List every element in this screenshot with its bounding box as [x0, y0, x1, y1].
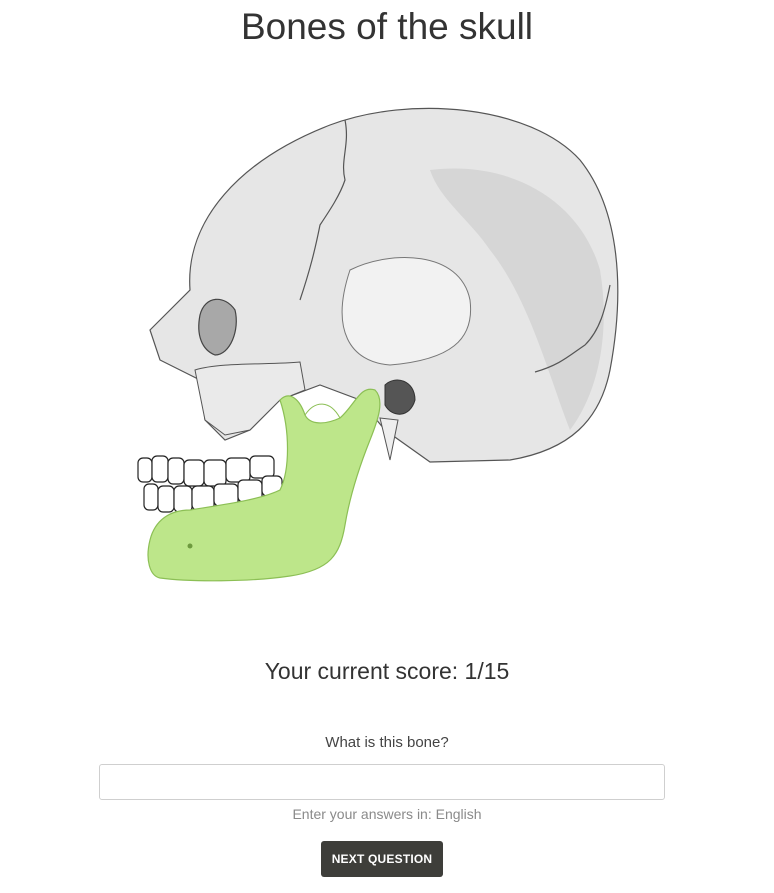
ear-canal: [384, 379, 416, 415]
current-score: Your current score: 1/15: [264, 658, 510, 684]
next-question-button[interactable]: NEXT QUESTION: [321, 841, 443, 877]
mental-foramen: [187, 543, 193, 549]
page-title: Bones of the skull: [240, 6, 534, 47]
mandibular-notch: [304, 403, 341, 419]
language-hint: Enter your answers in: English: [292, 806, 482, 822]
question-prompt: What is this bone?: [325, 734, 449, 751]
styloid: [379, 417, 399, 461]
skull-illustration: [130, 100, 630, 590]
answer-input[interactable]: [99, 764, 665, 800]
skull-svg: [137, 107, 619, 582]
